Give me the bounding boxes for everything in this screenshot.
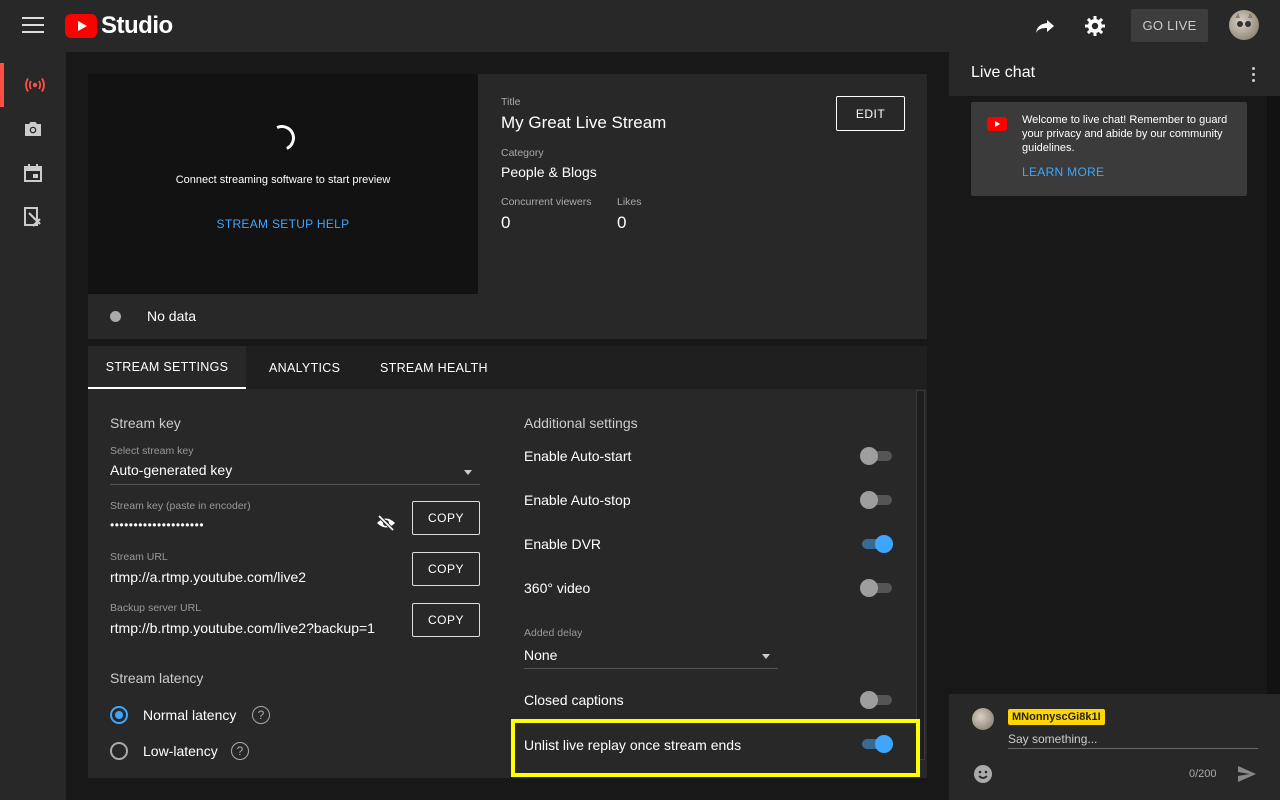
left-nav (0, 52, 66, 800)
dvr-label: Enable DVR (524, 536, 602, 552)
calendar-icon (24, 164, 42, 182)
likes-value: 0 (617, 213, 627, 232)
360-video-label: 360° video (524, 580, 591, 596)
copy-stream-key-button[interactable]: COPY (412, 501, 480, 535)
360-video-toggle[interactable] (860, 579, 893, 597)
menu-icon[interactable] (22, 17, 44, 35)
avatar (972, 708, 994, 730)
stream-setup-help-link[interactable]: STREAM SETUP HELP (88, 217, 478, 231)
camera-icon (25, 122, 41, 136)
nav-webcam[interactable] (0, 107, 66, 151)
tab-stream-settings[interactable]: STREAM SETTINGS (88, 346, 246, 389)
settings-tabs: STREAM SETTINGS ANALYTICS STREAM HEALTH (88, 346, 927, 389)
settings-scrollbar[interactable] (916, 390, 925, 760)
auto-stop-toggle[interactable] (860, 491, 893, 509)
select-key-dropdown[interactable]: Auto-generated key (110, 462, 232, 478)
stream-url-value: rtmp://a.rtmp.youtube.com/live2 (110, 569, 307, 585)
stream-url-label: Stream URL (110, 551, 168, 563)
share-icon[interactable] (1033, 14, 1057, 38)
settings-panel: STREAM SETTINGS ANALYTICS STREAM HEALTH … (88, 346, 927, 778)
stream-status-row: No data (88, 294, 927, 339)
help-icon[interactable]: ? (252, 706, 270, 724)
youtube-logo-icon (987, 117, 1007, 131)
normal-latency-label: Normal latency (143, 707, 237, 723)
title-label: Title (501, 96, 521, 108)
feedback-icon (24, 207, 41, 227)
select-key-underline (110, 484, 480, 485)
char-count: 0/200 (1189, 768, 1217, 780)
logo-text: Studio (101, 12, 173, 39)
broadcast-icon (25, 78, 45, 92)
viewers-value: 0 (501, 213, 511, 232)
added-delay-label: Added delay (524, 627, 583, 639)
emoji-icon[interactable] (973, 764, 993, 784)
preview-message: Connect streaming software to start prev… (175, 174, 391, 186)
auto-stop-label: Enable Auto-stop (524, 492, 631, 508)
stream-overview-panel: Connect streaming software to start prev… (88, 74, 927, 339)
chat-title: Live chat (971, 64, 1036, 81)
added-delay-underline (524, 668, 778, 669)
likes-label: Likes (617, 196, 642, 208)
tab-analytics[interactable]: ANALYTICS (269, 346, 340, 389)
backup-url-label: Backup server URL (110, 602, 202, 614)
gear-icon[interactable] (1083, 14, 1107, 38)
stream-preview: Connect streaming software to start prev… (88, 74, 478, 294)
viewers-label: Concurrent viewers (501, 196, 592, 208)
stream-key-title: Stream key (110, 415, 181, 431)
copy-stream-url-button[interactable]: COPY (412, 552, 480, 586)
status-dot-icon (110, 311, 121, 322)
chat-header: Live chat (949, 52, 1280, 96)
loading-spinner-icon (265, 121, 299, 155)
auto-start-toggle[interactable] (860, 447, 893, 465)
youtube-logo-icon (65, 14, 97, 38)
chat-scrollbar[interactable] (1267, 96, 1280, 736)
tab-stream-health[interactable]: STREAM HEALTH (380, 346, 488, 389)
closed-captions-label: Closed captions (524, 692, 624, 708)
copy-backup-url-button[interactable]: COPY (412, 603, 480, 637)
added-delay-dropdown[interactable]: None (524, 647, 557, 663)
select-key-label: Select stream key (110, 445, 194, 457)
dvr-toggle[interactable] (860, 535, 893, 553)
go-live-button[interactable]: GO LIVE (1131, 9, 1208, 42)
more-options-icon[interactable] (1252, 67, 1256, 83)
chat-input-underline (1008, 748, 1258, 749)
stream-key-field-label: Stream key (paste in encoder) (110, 500, 251, 512)
account-avatar[interactable] (1229, 10, 1259, 40)
send-icon[interactable] (1237, 765, 1257, 783)
nav-manage[interactable] (0, 151, 66, 195)
unlist-replay-label: Unlist live replay once stream ends (524, 737, 742, 753)
nav-live-stream[interactable] (0, 63, 66, 107)
status-text: No data (147, 308, 197, 324)
low-latency-label: Low-latency (143, 743, 218, 759)
studio-logo[interactable]: Studio (65, 12, 173, 40)
backup-url-value: rtmp://b.rtmp.youtube.com/live2?backup=1 (110, 620, 375, 636)
edit-button[interactable]: EDIT (836, 96, 905, 131)
top-bar: Studio GO LIVE (0, 0, 1280, 52)
category-value: People & Blogs (501, 164, 597, 180)
stream-latency-title: Stream latency (110, 670, 204, 686)
chevron-down-icon[interactable] (762, 654, 770, 659)
auto-start-label: Enable Auto-start (524, 448, 632, 464)
chevron-down-icon[interactable] (464, 470, 472, 475)
nav-feedback[interactable] (0, 195, 66, 239)
stream-title: My Great Live Stream (501, 113, 667, 132)
help-icon[interactable]: ? (231, 742, 249, 760)
category-label: Category (501, 147, 544, 159)
learn-more-link[interactable]: LEARN MORE (1022, 165, 1104, 179)
welcome-text: Welcome to live chat! Remember to guard … (1022, 114, 1228, 154)
live-chat-panel: Live chat Welcome to live chat! Remember… (949, 52, 1280, 800)
chat-input-area: MNonnyscGi8k1I Say something... 0/200 (949, 694, 1280, 800)
unlist-replay-toggle[interactable] (860, 735, 893, 753)
chat-message-input[interactable]: Say something... (1008, 732, 1097, 746)
visibility-off-icon[interactable] (376, 515, 396, 531)
stream-key-field[interactable]: •••••••••••••••••••• (110, 518, 204, 532)
normal-latency-radio[interactable] (110, 706, 128, 724)
welcome-card: Welcome to live chat! Remember to guard … (971, 102, 1247, 196)
additional-settings-title: Additional settings (524, 415, 638, 431)
low-latency-radio[interactable] (110, 742, 128, 760)
username-badge: MNonnyscGi8k1I (1008, 709, 1105, 725)
cat-avatar-icon (1235, 13, 1253, 27)
closed-captions-toggle[interactable] (860, 691, 893, 709)
